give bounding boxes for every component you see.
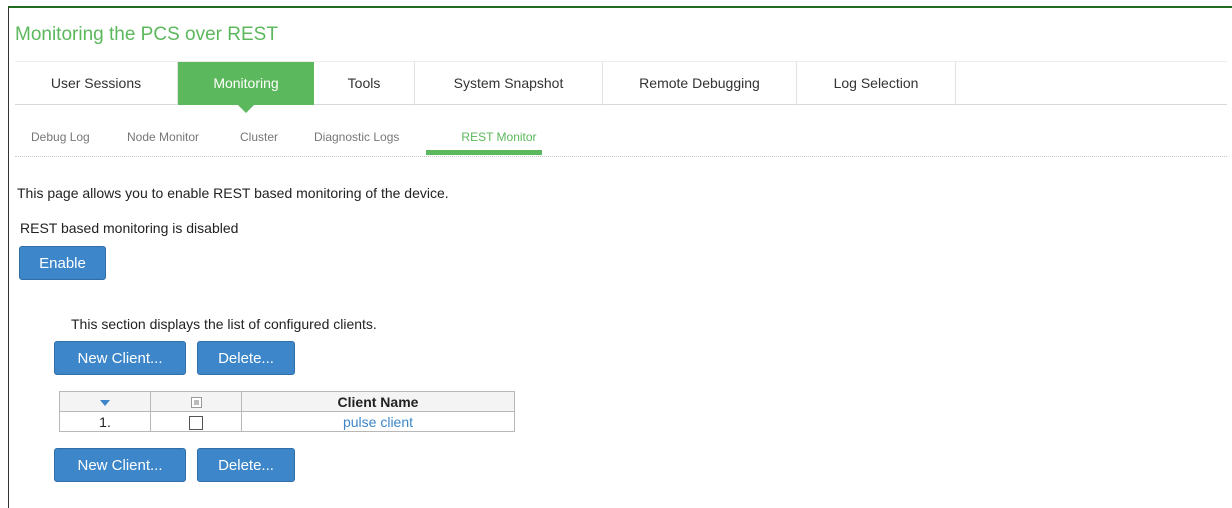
select-all-checkbox-icon[interactable] xyxy=(190,397,202,409)
enable-button[interactable]: Enable xyxy=(19,246,106,280)
main-tab-bar: User Sessions Monitoring Tools System Sn… xyxy=(15,61,1227,113)
tab-monitoring[interactable]: Monitoring xyxy=(178,62,314,113)
intro-text: This page allows you to enable REST base… xyxy=(17,185,449,201)
subtab-diagnostic-logs[interactable]: Diagnostic Logs xyxy=(314,130,399,144)
clients-intro-text: This section displays the list of config… xyxy=(71,316,377,332)
sub-tab-bar: Debug Log Node Monitor Cluster Diagnosti… xyxy=(15,120,1227,157)
new-client-button-bottom[interactable]: New Client... xyxy=(54,448,186,482)
subtab-debug-log[interactable]: Debug Log xyxy=(31,130,90,144)
active-subtab-indicator xyxy=(426,150,542,155)
delete-button-bottom[interactable]: Delete... xyxy=(197,448,295,482)
sort-down-icon[interactable] xyxy=(100,399,110,406)
tab-log-selection[interactable]: Log Selection xyxy=(797,62,956,105)
client-name-cell: pulse client xyxy=(241,411,515,432)
client-name-header[interactable]: Client Name xyxy=(241,391,515,412)
subtab-rest-monitor[interactable]: REST Monitor xyxy=(441,130,557,144)
row-index: 1. xyxy=(59,411,151,432)
tab-user-sessions[interactable]: User Sessions xyxy=(15,62,178,105)
subtab-cluster[interactable]: Cluster xyxy=(240,130,278,144)
new-client-button-top[interactable]: New Client... xyxy=(54,341,186,375)
tab-system-snapshot[interactable]: System Snapshot xyxy=(415,62,603,105)
table-row: 1. pulse client xyxy=(59,411,515,432)
row-checkbox[interactable] xyxy=(189,415,203,430)
table-header-row: Client Name xyxy=(59,391,515,412)
subtab-node-monitor[interactable]: Node Monitor xyxy=(127,130,199,144)
client-name-link[interactable]: pulse client xyxy=(343,414,413,430)
row-select-cell xyxy=(150,411,242,432)
select-column-header[interactable] xyxy=(150,391,242,412)
tab-remote-debugging[interactable]: Remote Debugging xyxy=(603,62,797,105)
clients-table: Client Name 1. pulse client xyxy=(59,391,515,432)
sort-column-header[interactable] xyxy=(59,391,151,412)
tab-tools[interactable]: Tools xyxy=(314,62,415,105)
status-text: REST based monitoring is disabled xyxy=(20,220,239,236)
page-title: Monitoring the PCS over REST xyxy=(15,24,278,45)
delete-button-top[interactable]: Delete... xyxy=(197,341,295,375)
